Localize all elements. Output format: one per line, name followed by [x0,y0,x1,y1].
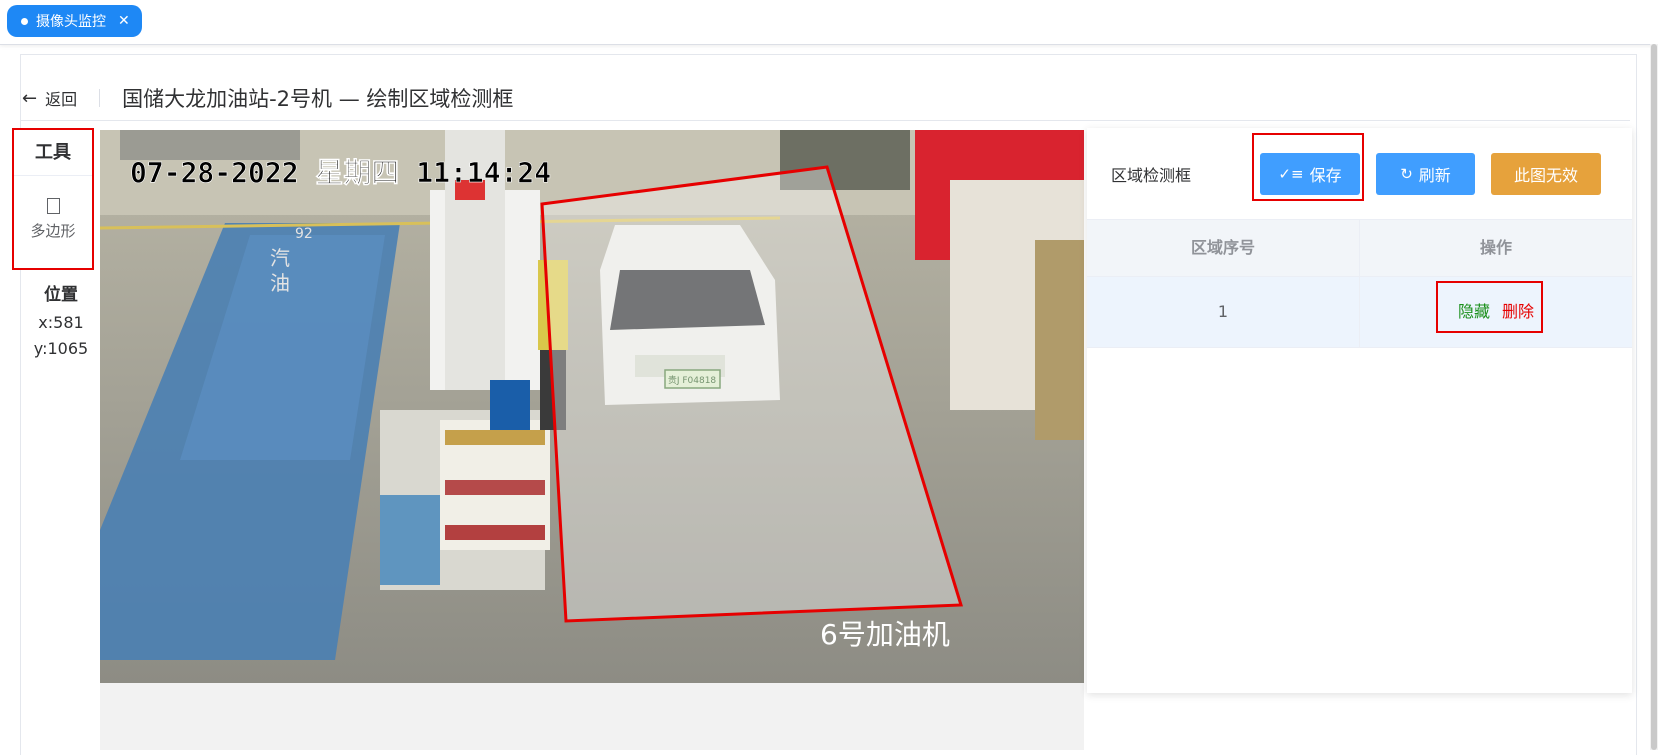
lane-text-oil: 油 [270,271,290,295]
polygon-icon [46,198,60,214]
table-header: 区域序号 操作 [1087,219,1632,277]
tab-label: 摄像头监控 [36,14,106,30]
check-list-icon: ✓≡ [1278,165,1304,183]
row-actions: 隐藏 删除 [1359,277,1632,347]
page-title: 国储大龙加油站-2号机 — 绘制区域检测框 [122,87,514,111]
region-panel-header: 区域检测框 ✓≡ 保存 ↻ 刷新 此图无效 [1087,128,1632,219]
table-row[interactable]: 1 隐藏 删除 [1087,277,1632,348]
camera-timestamp: 07-28-2022 星期四 11:14:24 [130,156,551,189]
lane-text-gas: 汽 [270,246,290,270]
tool-box-title: 工具 [14,130,92,176]
refresh-icon: ↻ [1400,165,1413,183]
back-button[interactable]: ← 返回 [22,86,77,110]
tool-box: 工具 多边形 [12,128,94,270]
lane-text-92: 92 [295,226,313,242]
tab-camera-monitor[interactable]: 摄像头监控 ✕ [7,5,142,37]
back-label: 返回 [45,90,78,109]
row-index: 1 [1217,302,1229,321]
column-header-index: 区域序号 [1190,238,1255,257]
pump-label: 6号加油机 [820,618,950,651]
close-icon[interactable]: ✕ [118,13,130,29]
position-title: 位置 [44,285,78,305]
save-button[interactable]: ✓≡ 保存 [1260,153,1360,195]
region-table: 区域序号 操作 1 隐藏 删除 [1087,219,1632,348]
arrow-left-icon: ← [22,87,38,109]
column-header-actions: 操作 [1359,220,1632,276]
header-divider [99,89,101,107]
tab-dot-icon [21,17,28,25]
region-panel: 区域检测框 ✓≡ 保存 ↻ 刷新 此图无效 区域序号 操作 1 隐藏 删除 [1087,128,1632,693]
invalid-image-button-label: 此图无效 [1513,166,1578,185]
position-x: x:581 [38,313,84,332]
position-y: y:1065 [33,339,89,358]
invalid-image-button[interactable]: 此图无效 [1491,153,1601,195]
scrollbar-thumb[interactable] [1651,44,1657,750]
polygon-tool-button[interactable]: 多边形 [14,176,92,241]
refresh-button[interactable]: ↻ 刷新 [1376,153,1475,195]
region-panel-label: 区域检测框 [1111,166,1192,185]
delete-link[interactable]: 删除 [1502,302,1534,321]
refresh-button-label: 刷新 [1418,166,1451,185]
save-button-label: 保存 [1309,166,1342,185]
hide-link[interactable]: 隐藏 [1458,302,1490,321]
camera-canvas[interactable]: 贵J F04818 92 汽 油 07-28-2022 星期四 11:14:24… [100,130,1084,683]
page-scrollbar[interactable] [1650,44,1658,750]
polygon-tool-label: 多边形 [30,222,76,240]
page-header: ← 返回 国储大龙加油站-2号机 — 绘制区域检测框 [20,76,1630,121]
position-readout: 位置 x:581 y:1065 [20,280,102,365]
camera-image: 贵J F04818 92 汽 油 07-28-2022 星期四 11:14:24… [100,130,1084,683]
tab-bar: 摄像头监控 ✕ [0,0,1658,45]
